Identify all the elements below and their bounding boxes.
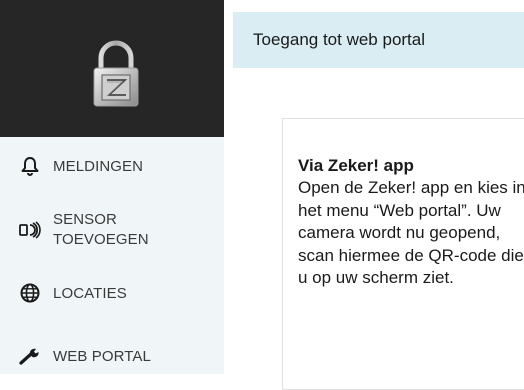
sidebar-item-label-line1: SENSOR [53, 211, 117, 228]
sidebar-item-web-portal[interactable]: WEB PORTAL [0, 343, 224, 369]
sidebar: MELDINGEN SENSOR TOEVOEGEN LOCATIES WEB … [0, 0, 224, 374]
sidebar-item-sensor-toevoegen[interactable]: SENSOR TOEVOEGEN [0, 208, 224, 252]
instruction-card: Via Zeker! app Open de Zeker! app en kie… [282, 118, 524, 390]
sidebar-item-locaties[interactable]: LOCATIES [0, 280, 224, 306]
page-title: Toegang tot web portal [253, 30, 426, 49]
sidebar-item-label-line2: TOEVOEGEN [53, 231, 149, 248]
page-header: Toegang tot web portal [233, 12, 524, 68]
card-heading: Via Zeker! app [298, 156, 414, 175]
bell-icon [18, 154, 42, 178]
sidebar-item-label: MELDINGEN [53, 158, 144, 175]
wrench-icon [18, 344, 42, 368]
sidebar-item-label: WEB PORTAL [53, 348, 151, 365]
padlock-logo-icon[interactable] [91, 38, 141, 108]
sidebar-item-label: LOCATIES [53, 285, 127, 302]
sensor-icon [18, 218, 42, 242]
card-text: Open de Zeker! app en kies in het menu “… [298, 178, 524, 287]
globe-icon [18, 281, 42, 305]
sidebar-item-meldingen[interactable]: MELDINGEN [0, 153, 224, 179]
sidebar-header [0, 0, 224, 137]
